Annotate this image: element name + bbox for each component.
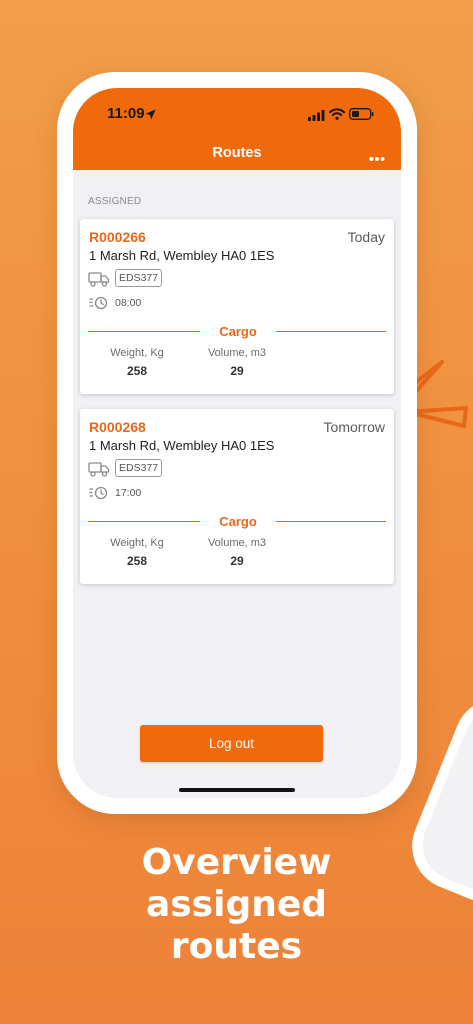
divider — [276, 331, 386, 332]
route-address: 1 Marsh Rd, Wembley HA0 1ES — [89, 438, 275, 453]
promo-tagline: Overview assigned routes — [0, 842, 473, 968]
tagline-line: Overview — [141, 842, 332, 883]
scheduled-time-clock-icon — [89, 486, 109, 505]
route-time: 08:00 — [115, 297, 142, 309]
weight-label: Weight, Kg — [110, 347, 164, 359]
logout-button[interactable]: Log out — [140, 725, 323, 762]
scheduled-time-clock-icon — [89, 296, 109, 315]
more-options-icon[interactable] — [369, 149, 385, 167]
app-screen: 11:09 Routes ASSIGNED R000266 Today 1 Ma… — [73, 88, 401, 798]
route-day: Today — [347, 229, 385, 245]
home-indicator — [179, 788, 295, 792]
volume-label: Volume, m3 — [207, 537, 267, 549]
weight-value: 258 — [126, 554, 148, 568]
route-id: R000268 — [89, 419, 146, 435]
vehicle-plate-badge: EDS377 — [115, 269, 163, 287]
divider — [88, 331, 200, 332]
divider — [88, 521, 200, 522]
route-card[interactable]: R000266 Today 1 Marsh Rd, Wembley HA0 1E… — [80, 219, 394, 394]
divider — [276, 521, 386, 522]
route-address: 1 Marsh Rd, Wembley HA0 1ES — [89, 248, 275, 263]
volume-value: 29 — [230, 364, 244, 378]
volume-value: 29 — [230, 554, 244, 568]
phone-mockup: 11:09 Routes ASSIGNED R000266 Today 1 Ma… — [57, 72, 417, 814]
status-time: 11:09 — [107, 105, 145, 122]
route-id: R000266 — [89, 229, 146, 245]
location-arrow-icon — [145, 107, 156, 125]
wifi-icon — [329, 107, 345, 125]
app-header: 11:09 Routes — [73, 88, 401, 170]
volume-label: Volume, m3 — [207, 347, 267, 359]
weight-value: 258 — [126, 364, 148, 378]
cellular-signal-icon — [308, 108, 325, 126]
truck-icon — [88, 272, 110, 292]
truck-icon — [88, 462, 110, 482]
route-card[interactable]: R000268 Tomorrow 1 Marsh Rd, Wembley HA0… — [80, 409, 394, 584]
route-time: 17:00 — [115, 487, 142, 499]
route-day: Tomorrow — [323, 419, 385, 435]
battery-icon — [349, 107, 374, 125]
tagline-line: routes — [170, 926, 303, 967]
tagline-line: assigned — [145, 884, 328, 925]
weight-label: Weight, Kg — [110, 537, 164, 549]
cargo-heading: Cargo — [219, 324, 257, 339]
vehicle-plate-badge: EDS377 — [115, 459, 163, 477]
cargo-heading: Cargo — [219, 514, 257, 529]
section-label-assigned: ASSIGNED — [88, 196, 142, 207]
page-title: Routes — [212, 145, 262, 161]
